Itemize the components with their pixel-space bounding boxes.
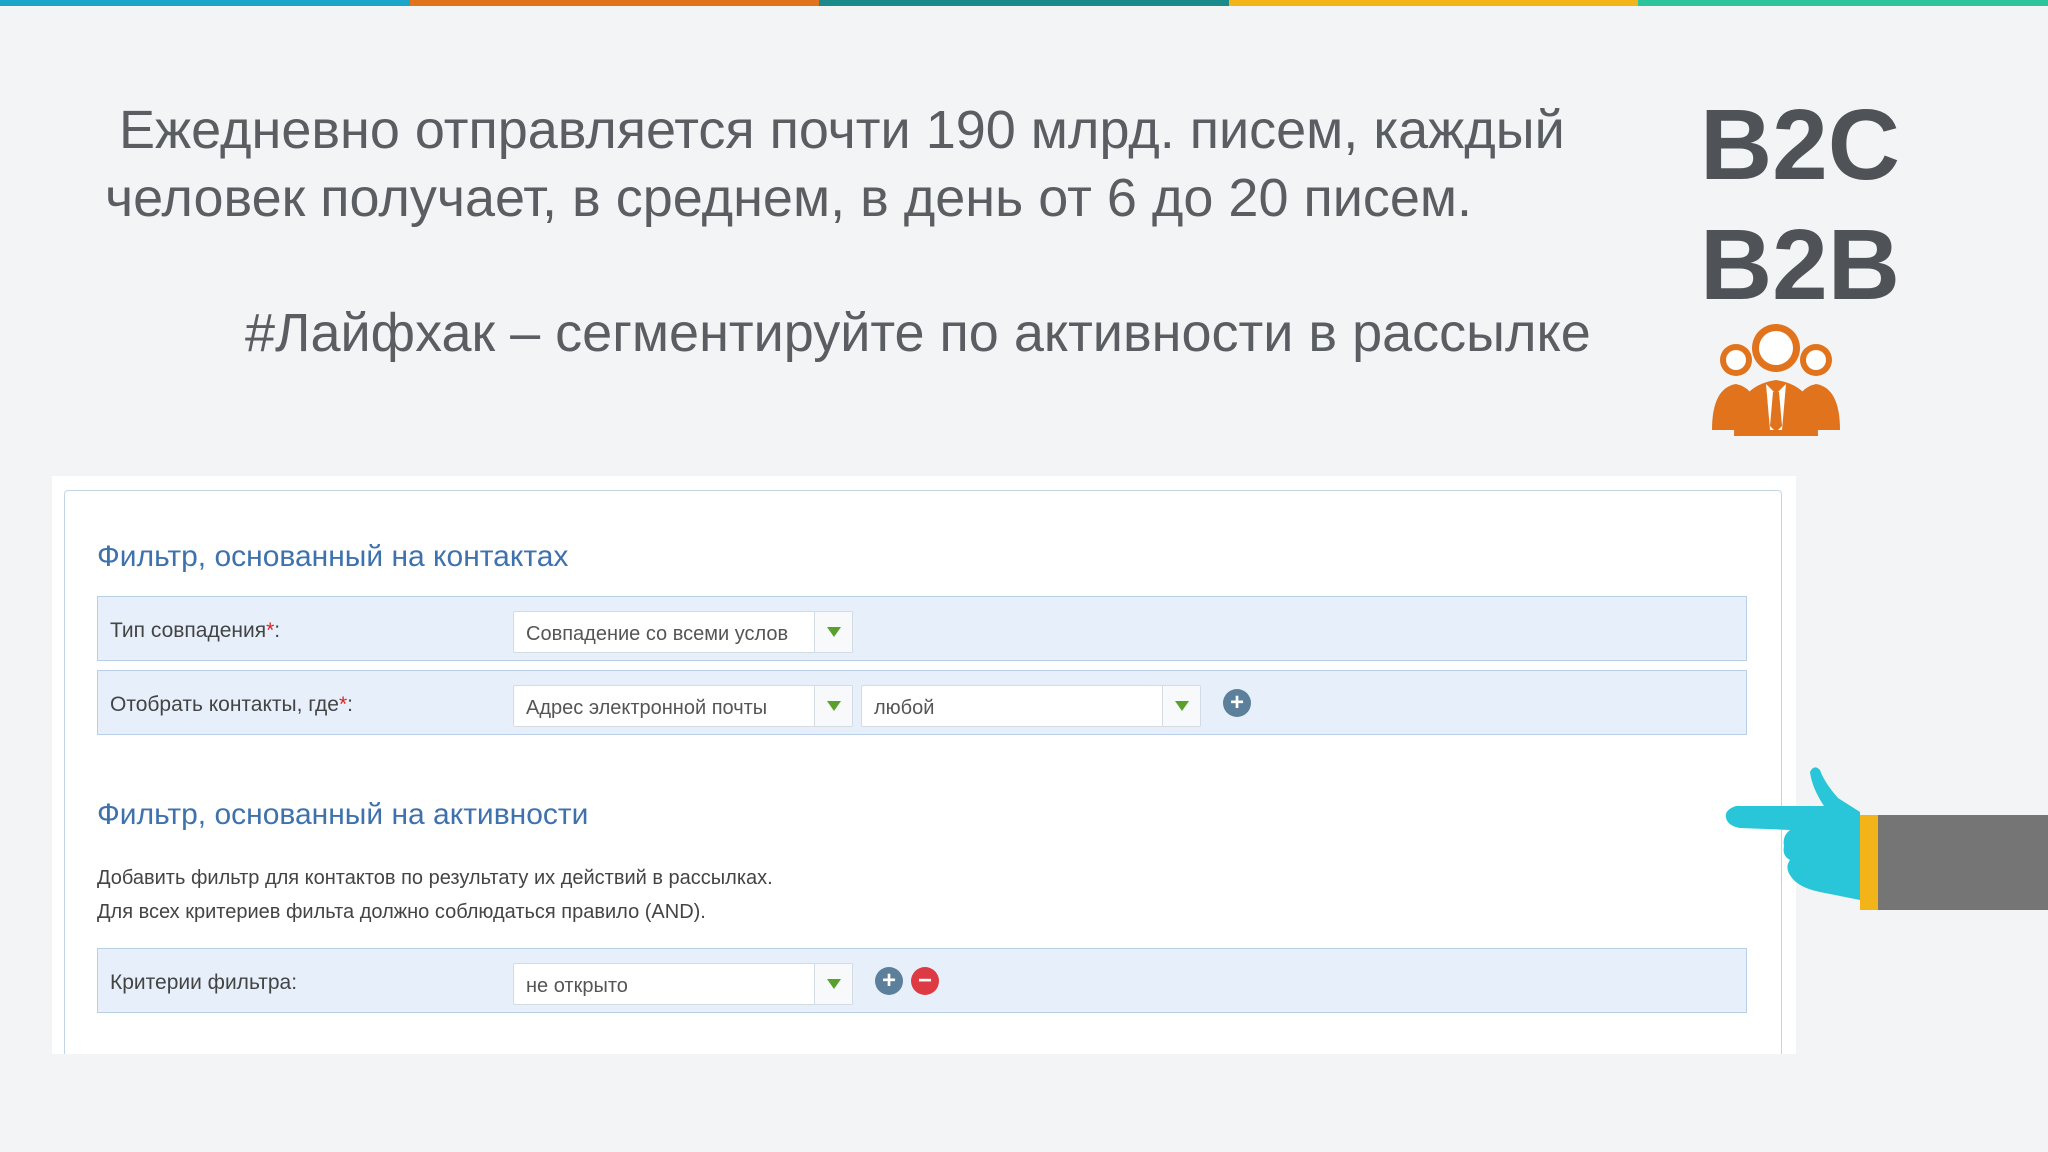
select-contacts-label-text: Отобрать контакты, где <box>110 693 339 716</box>
chevron-down-icon[interactable] <box>814 686 852 726</box>
stripe-segment-2 <box>409 0 820 6</box>
stripe-segment-3 <box>819 0 1229 6</box>
match-type-label-text: Тип совпадения <box>110 619 267 642</box>
match-type-value: Совпадение со всеми услов <box>526 623 789 645</box>
contact-condition-select[interactable]: любой <box>861 685 1201 727</box>
activity-filter-description: Добавить фильтр для контактов по результ… <box>97 861 773 929</box>
contact-condition-value: любой <box>874 697 935 719</box>
activity-desc-line-1: Добавить фильтр для контактов по результ… <box>97 867 773 889</box>
label-colon: : <box>274 619 281 642</box>
chevron-down-icon[interactable] <box>814 612 852 652</box>
headline-line-2: человек получает, в среднем, в день от 6… <box>105 168 1473 228</box>
activity-desc-line-2: Для всех критериев фильта должно соблюда… <box>97 901 706 923</box>
match-type-select[interactable]: Совпадение со всеми услов <box>513 611 853 653</box>
remove-criterion-button[interactable]: − <box>911 967 939 995</box>
activity-filter-title: Фильтр, основанный на активности <box>97 798 589 831</box>
filter-criteria-value: не открыто <box>526 975 628 997</box>
stripe-segment-5 <box>1638 0 2048 6</box>
filter-criteria-select[interactable]: не открыто <box>513 963 853 1005</box>
required-mark: * <box>338 693 348 716</box>
add-criterion-button[interactable]: + <box>875 967 903 995</box>
contact-field-select[interactable]: Адрес электронной почты <box>513 685 853 727</box>
contact-field-value: Адрес электронной почты <box>526 697 768 719</box>
chevron-down-icon[interactable] <box>1162 686 1200 726</box>
slide-headline: Ежедневно отправляется почти 190 млрд. п… <box>105 96 1585 232</box>
match-type-label: Тип совпадения*: <box>110 619 280 643</box>
stripe-segment-4 <box>1228 0 1639 6</box>
filter-criteria-label: Критерии фильтра: <box>110 971 298 994</box>
select-contacts-label: Отобрать контакты, где*: <box>110 693 353 717</box>
top-color-stripe <box>0 0 2048 6</box>
headline-line-1: Ежедневно отправляется почти 190 млрд. п… <box>119 100 1565 160</box>
lifehack-tip: #Лайфхак – сегментируйте по активности в… <box>245 303 1591 363</box>
stripe-segment-1 <box>0 0 410 6</box>
b2c-label: B2C <box>1699 89 1901 201</box>
contact-filter-title: Фильтр, основанный на контактах <box>97 540 569 573</box>
add-condition-button[interactable]: + <box>1223 689 1251 717</box>
b2b-label: B2B <box>1699 209 1901 321</box>
pointing-hand-icon <box>1725 767 2048 910</box>
filter-criteria-row: Критерии фильтра: не открыто + − <box>97 948 1747 1013</box>
label-colon: : <box>347 693 353 716</box>
select-contacts-row: Отобрать контакты, где*: Адрес электронн… <box>97 670 1747 735</box>
match-type-row: Тип совпадения*: Совпадение со всеми усл… <box>97 596 1747 661</box>
chevron-down-icon[interactable] <box>814 964 852 1004</box>
group-of-people-icon <box>1712 324 1840 436</box>
